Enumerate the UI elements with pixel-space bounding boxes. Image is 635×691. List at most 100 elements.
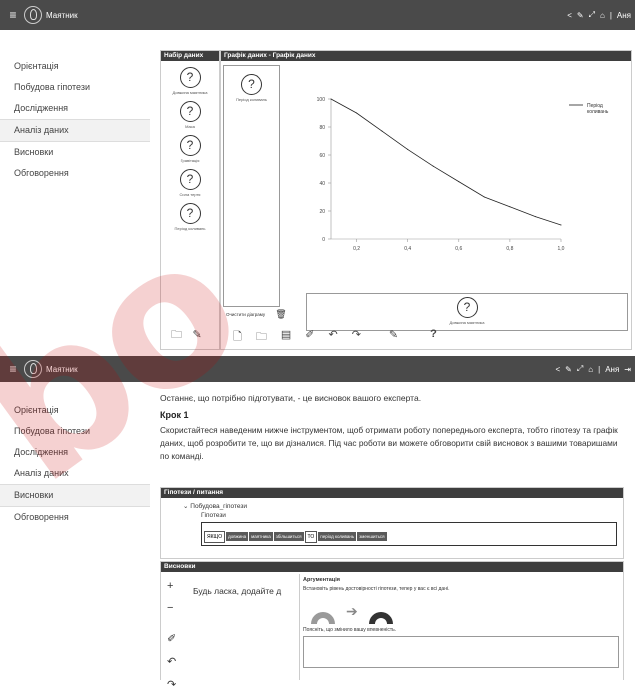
x-tick-label: 1,0 bbox=[558, 246, 565, 252]
eraser-icon[interactable]: ✐ bbox=[167, 632, 176, 645]
question-icon: ? bbox=[179, 101, 201, 122]
sidebar-item-conclusions[interactable]: Висновки bbox=[0, 484, 150, 507]
confidence-low-icon[interactable] bbox=[308, 598, 338, 624]
tag-period[interactable]: період коливань bbox=[318, 532, 357, 541]
data-point bbox=[560, 224, 562, 226]
sidebar-item-investigation[interactable]: Дослідження bbox=[0, 98, 150, 119]
tag-if[interactable]: ЯКЩО bbox=[204, 531, 226, 543]
confidence-high-icon[interactable] bbox=[366, 598, 396, 624]
clear-diagram-label: Очистити діаграму bbox=[226, 312, 266, 317]
question-icon: ? bbox=[179, 203, 201, 224]
tag-pendulum[interactable]: маятника bbox=[249, 532, 273, 541]
y-tick-label: 100 bbox=[317, 97, 326, 103]
variable-mass[interactable]: ? Маса bbox=[161, 101, 219, 129]
fullscreen-icon[interactable]: ⤢ bbox=[577, 364, 583, 374]
redo-icon[interactable]: ↷ bbox=[352, 328, 361, 347]
graph-panel: Графік даних - Графік даних ? Період кол… bbox=[220, 50, 632, 350]
tree-root[interactable]: ⌄ Побудова_гіпотези bbox=[183, 502, 623, 510]
data-point bbox=[432, 165, 434, 167]
share-icon[interactable]: < bbox=[567, 11, 572, 20]
tag-increases[interactable]: збільшиться bbox=[273, 532, 304, 541]
redo-icon[interactable]: ↷ bbox=[167, 678, 176, 691]
hamburger-icon[interactable]: ≡ bbox=[6, 8, 20, 22]
user-name[interactable]: Аня bbox=[605, 365, 619, 374]
app-title: Маятник bbox=[46, 364, 78, 374]
step-text: Скористайтеся наведеним нижче інструмент… bbox=[160, 425, 618, 461]
sidebar-item-hypothesis[interactable]: Побудова гіпотези bbox=[0, 77, 150, 98]
new-file-icon[interactable]: 🗋 bbox=[233, 328, 242, 347]
tree-child[interactable]: Гіпотези bbox=[201, 512, 623, 519]
confidence-selector[interactable]: ➔ bbox=[308, 598, 622, 624]
sidebar-item-conclusions[interactable]: Висновки bbox=[0, 142, 150, 163]
hamburger-icon[interactable]: ≡ bbox=[6, 362, 20, 376]
sidebar-item-analysis[interactable]: Аналіз даних bbox=[0, 463, 150, 484]
eraser-icon[interactable]: ✐ bbox=[305, 328, 314, 347]
tag-decreases[interactable]: зменшиться bbox=[357, 532, 387, 541]
clear-diagram[interactable]: Очистити діаграму 🗑 bbox=[226, 309, 287, 320]
data-point bbox=[483, 196, 485, 198]
data-point bbox=[356, 112, 358, 114]
question-icon: ? bbox=[179, 169, 201, 190]
home-icon[interactable]: ⌂ bbox=[588, 365, 593, 374]
dataset-panel: Набір даних ? Довжина маятника ? Маса ? … bbox=[160, 50, 220, 350]
folder-icon[interactable]: 🗀 bbox=[256, 328, 267, 347]
y-tick-label: 0 bbox=[322, 237, 325, 243]
y-variable-slot[interactable]: ? Період коливань bbox=[223, 65, 280, 307]
graph-header: Графік даних - Графік даних bbox=[221, 51, 631, 61]
tag-then[interactable]: ТО bbox=[304, 531, 318, 543]
x-variable-slot[interactable]: ? Довжина маятника bbox=[306, 293, 628, 331]
logout-icon[interactable]: ⇥ bbox=[624, 365, 631, 374]
y-tick-label: 60 bbox=[319, 153, 325, 159]
tag-length[interactable]: довжина bbox=[226, 532, 249, 541]
edit-icon[interactable]: ✎ bbox=[577, 11, 584, 20]
variable-length[interactable]: ? Довжина маятника bbox=[161, 67, 219, 95]
undo-icon[interactable]: ↶ bbox=[167, 655, 176, 668]
edit-icon[interactable]: ✎ bbox=[565, 365, 572, 374]
chevron-down-icon[interactable]: ⌄ bbox=[183, 503, 188, 510]
variable-friction[interactable]: ? Сила тертя bbox=[161, 169, 219, 197]
bottom-app-bar: ≡ Маятник < ✎ ⤢ ⌂ | Аня ⇥ bbox=[0, 356, 635, 382]
conclusion-tools: + − ✐ ↶ ↷ bbox=[167, 580, 176, 691]
variable-gravity[interactable]: ? Гравітація bbox=[161, 135, 219, 163]
sidebar-item-discussion[interactable]: Обговорення bbox=[0, 507, 150, 528]
add-icon[interactable]: + bbox=[167, 580, 176, 592]
trash-icon[interactable]: 🗑 bbox=[275, 309, 286, 320]
data-point bbox=[509, 206, 511, 208]
line-chart: 0204060801000,2 0,4 0,6 0,8 1,0Періодколиван… bbox=[317, 97, 609, 252]
user-name[interactable]: Аня bbox=[617, 11, 631, 20]
argumentation-text: Встановіть рівень достовірності гіпотези… bbox=[303, 586, 450, 592]
hypothesis-statement[interactable]: ЯКЩО довжина маятника збільшиться ТО період к… bbox=[201, 522, 617, 546]
explain-textarea[interactable] bbox=[303, 636, 619, 668]
remove-icon[interactable]: − bbox=[167, 602, 176, 614]
question-icon: ? bbox=[179, 135, 201, 156]
x-tick-label: 0,2 bbox=[353, 246, 360, 252]
app-title: Маятник bbox=[46, 10, 78, 20]
x-tick-label: 0,8 bbox=[506, 246, 513, 252]
edit-icon[interactable]: ✎ bbox=[192, 329, 201, 341]
argumentation-title: Аргументація bbox=[303, 577, 340, 583]
sidebar: Орієнтація Побудова гіпотези Дослідження… bbox=[0, 56, 150, 184]
sidebar-item-investigation[interactable]: Дослідження bbox=[0, 442, 150, 463]
undo-icon[interactable]: ↶ bbox=[328, 328, 337, 347]
y-tick-label: 80 bbox=[319, 125, 325, 131]
save-icon[interactable]: ▤ bbox=[281, 328, 291, 347]
fullscreen-icon[interactable]: ⤢ bbox=[589, 10, 595, 20]
edit-icon[interactable]: ✎ bbox=[389, 328, 398, 347]
x-tick-label: 0,6 bbox=[455, 246, 462, 252]
folder-icon[interactable]: 🗀 bbox=[171, 329, 182, 341]
divider: | bbox=[598, 364, 601, 374]
sidebar-item-orientation[interactable]: Орієнтація bbox=[0, 56, 150, 77]
sidebar-item-analysis[interactable]: Аналіз даних bbox=[0, 119, 150, 142]
sidebar-item-discussion[interactable]: Обговорення bbox=[0, 163, 150, 184]
dataset-header: Набір даних bbox=[161, 51, 219, 61]
sidebar-item-hypothesis[interactable]: Побудова гіпотези bbox=[0, 421, 150, 442]
help-icon[interactable]: ? bbox=[430, 328, 437, 347]
home-icon[interactable]: ⌂ bbox=[600, 11, 605, 20]
variable-period[interactable]: ? Період коливань bbox=[161, 203, 219, 231]
y-tick-label: 20 bbox=[319, 209, 325, 215]
share-icon[interactable]: < bbox=[556, 365, 561, 374]
sidebar-item-orientation[interactable]: Орієнтація bbox=[0, 400, 150, 421]
pendulum-logo-icon bbox=[24, 360, 42, 378]
explain-label: Поясніть, що змінило вашу впевненість. bbox=[303, 627, 397, 633]
conclusions-header: Висновки bbox=[161, 562, 623, 572]
